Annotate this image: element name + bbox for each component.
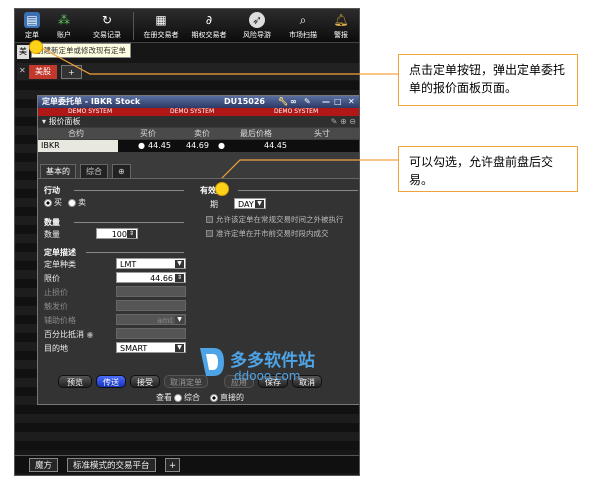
watermark-logo-icon <box>200 348 224 376</box>
callout-line-one <box>37 45 398 75</box>
callout-outside-hours: 可以勾选，允许盘前盘后交易。 <box>398 146 578 192</box>
highlight-dot-order-button <box>29 40 43 54</box>
highlight-dot-validity <box>215 182 229 196</box>
watermark: 多多软件站 ddooo.com <box>196 344 366 392</box>
callout-line-two <box>221 159 398 179</box>
watermark-name: 多多软件站 <box>230 351 315 371</box>
watermark-url: ddooo.com <box>234 369 301 383</box>
callout-order-button: 点击定单按钮，弹出定单委托单的报价面板页面。 <box>398 54 578 106</box>
